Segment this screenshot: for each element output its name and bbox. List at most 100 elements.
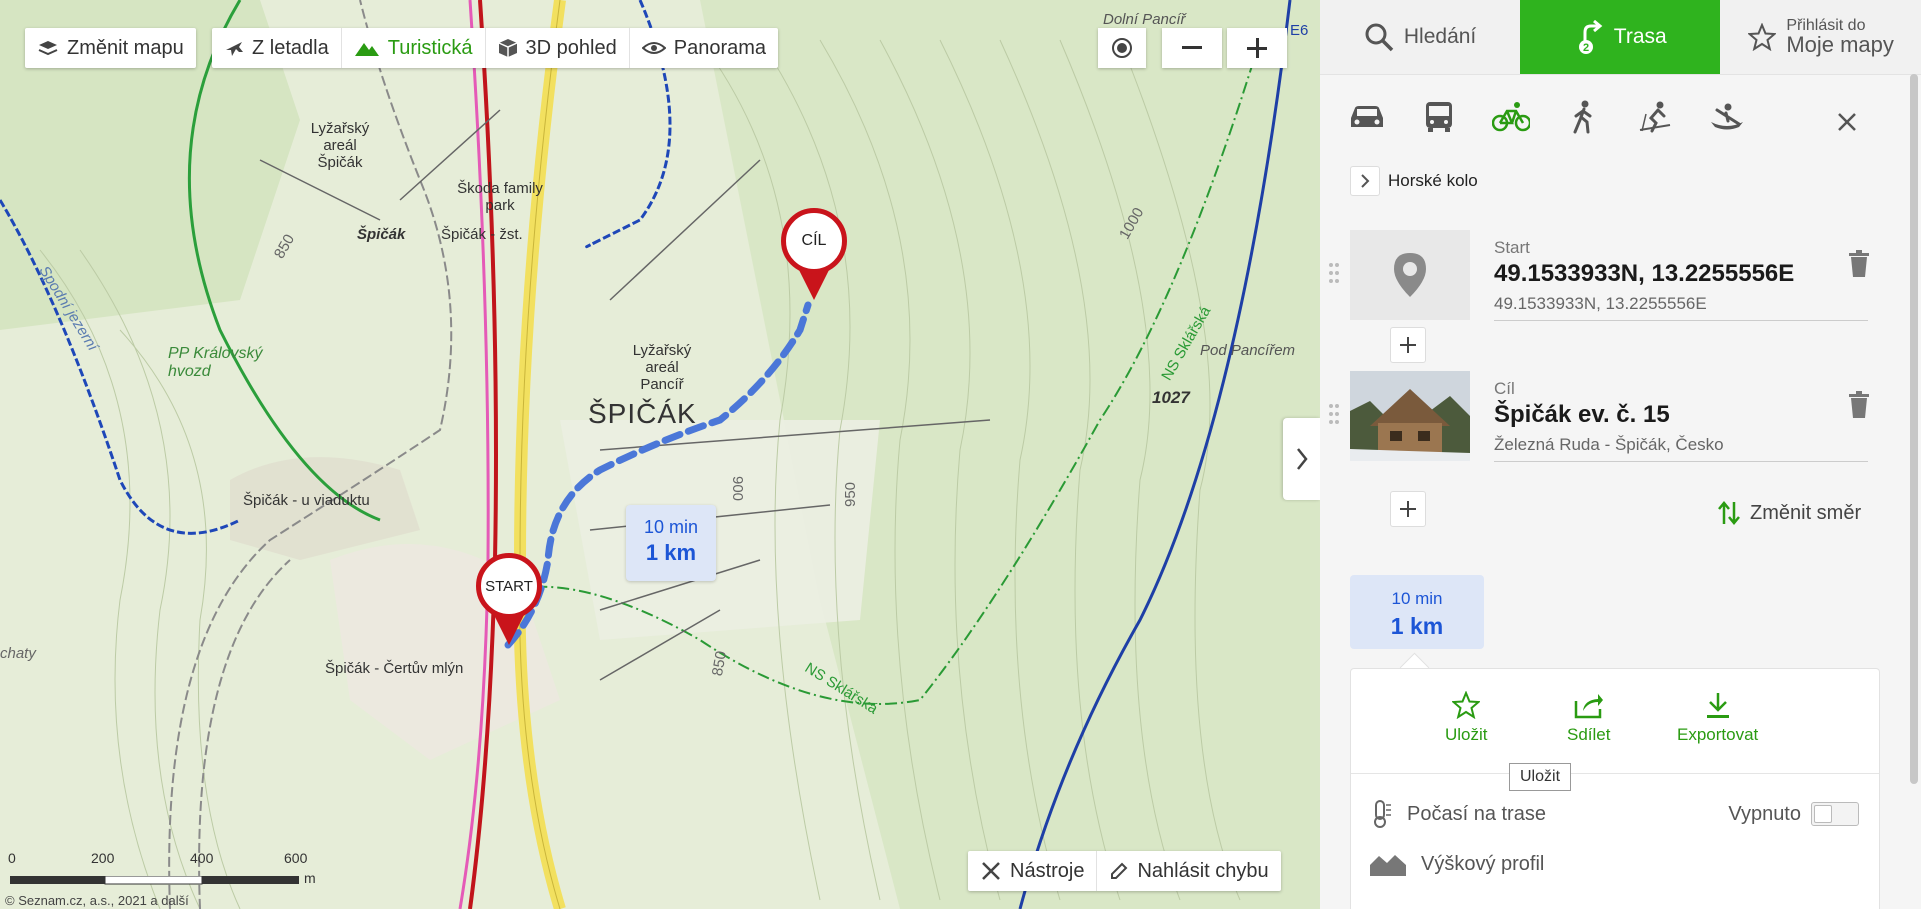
end-caption: Cíl (1494, 379, 1515, 398)
change-map-button[interactable]: Změnit mapu (25, 28, 196, 68)
search-icon (1365, 23, 1394, 52)
label-lyzarsky-spicak: Lyžařský areál Špičák (310, 120, 370, 171)
export-route-button[interactable]: Exportovat (1677, 691, 1758, 745)
panorama-button[interactable]: Panorama (628, 28, 778, 68)
walking-icon (1573, 100, 1592, 134)
sidebar-tabs: Hledání 2 Trasa Přihlásit do Moje mapy (1320, 0, 1921, 75)
save-tooltip: Uložit (1509, 763, 1572, 791)
plus-icon (1400, 337, 1416, 353)
copyright[interactable]: © Seznam.cz, a.s., 2021 a další (5, 893, 189, 908)
cube-icon (498, 39, 517, 57)
panel-collapse-toggle[interactable] (1283, 418, 1320, 500)
mode-bus[interactable] (1420, 98, 1458, 136)
end-pin-label: CÍL (781, 208, 847, 274)
route-detail-card: Uložit Sdílet Exportovat Uložit Počasí n… (1350, 668, 1880, 909)
tab-route[interactable]: 2 Trasa (1520, 0, 1721, 74)
bike-type-label: Horské kolo (1388, 171, 1478, 190)
zoom-out-button[interactable] (1162, 28, 1222, 68)
mode-ski[interactable] (1636, 98, 1674, 136)
route-sidebar: Hledání 2 Trasa Přihlásit do Moje mapy H… (1320, 0, 1921, 909)
add-waypoint-button-2[interactable] (1390, 491, 1426, 527)
label-e6: E6 (1290, 22, 1309, 39)
contour-label-900: 900 (729, 475, 747, 502)
mode-bike[interactable] (1492, 98, 1530, 136)
route-time: 10 min (643, 517, 699, 537)
download-icon (1706, 693, 1729, 718)
label-pod-pancirem: Pod Pancířem (1200, 342, 1296, 359)
locate-button[interactable] (1098, 28, 1146, 68)
location-pin-icon (1394, 253, 1426, 297)
chevron-right-icon (1361, 174, 1370, 188)
bike-type-selector[interactable]: Horské kolo (1350, 166, 1478, 196)
tab-my-maps[interactable]: Přihlásit do Moje mapy (1720, 0, 1921, 74)
tab-search[interactable]: Hledání (1320, 0, 1520, 74)
chevron-right-icon (1296, 448, 1308, 470)
save-route-button[interactable]: Uložit (1445, 691, 1488, 745)
drag-handle-icon[interactable] (1328, 262, 1340, 289)
route-summary[interactable]: 10 min 1 km (1350, 575, 1484, 649)
tourist-button[interactable]: Turistická (340, 28, 485, 68)
weather-toggle[interactable] (1811, 802, 1859, 826)
route-point-end[interactable]: Cíl Špičák ev. č. 15 Železná Ruda - Špič… (1329, 371, 1880, 471)
plus-icon (1400, 501, 1416, 517)
label-spicak-zst: Špičák - žst. (441, 226, 523, 243)
tools-button[interactable]: Nástroje (968, 851, 1096, 891)
end-photo (1350, 371, 1470, 461)
svg-text:2: 2 (1583, 42, 1589, 54)
elevation-profile-icon (1370, 855, 1406, 876)
label-spicak-viadukt: Špičák - u viaduktu (243, 492, 370, 509)
weather-row: Počasí na trase Vypnuto (1369, 799, 1859, 829)
label-spicak-certuv: Špičák - Čertův mlýn (325, 660, 464, 677)
trash-icon (1849, 250, 1869, 277)
delete-start-button[interactable] (1848, 250, 1870, 283)
close-icon (1838, 113, 1856, 131)
summary-distance: 1 km (1390, 613, 1444, 639)
drag-handle-icon[interactable] (1328, 403, 1340, 430)
bicycle-icon (1492, 102, 1530, 132)
share-icon (1574, 694, 1603, 719)
bike-type-expand[interactable] (1350, 166, 1380, 196)
start-caption: Start (1494, 238, 1530, 257)
start-thumbnail (1350, 230, 1470, 320)
elevation-row[interactable]: Výškový profil (1369, 851, 1859, 877)
report-error-button[interactable]: Nahlásit chybu (1096, 851, 1280, 891)
thermometer-icon (1374, 800, 1391, 828)
route-point-start[interactable]: Start 49.1533933N, 13.2255556E 49.153393… (1329, 230, 1880, 330)
aerial-button[interactable]: Z letadla (212, 28, 341, 68)
label-lyzarsky-pancir: Lyžařský areál Pancíř (632, 342, 692, 393)
label-pp-kralovsky: PP Královský hvozd (168, 345, 263, 380)
elevation-label: Výškový profil (1421, 852, 1545, 875)
share-route-button[interactable]: Sdílet (1567, 691, 1610, 745)
add-waypoint-button[interactable] (1390, 327, 1426, 363)
change-map-group: Změnit mapu (25, 28, 196, 68)
mode-boat[interactable] (1708, 98, 1746, 136)
mode-walk[interactable] (1564, 98, 1602, 136)
tools-icon (982, 862, 1000, 880)
map-canvas[interactable]: Dolní Pancíř E6 Lyžařský areál Špičák Šk… (0, 0, 1320, 909)
weather-state: Vypnuto (1728, 802, 1801, 825)
layers-icon (38, 41, 58, 56)
swap-direction-button[interactable]: Změnit směr (1718, 500, 1861, 526)
start-pin-label: START (476, 553, 542, 619)
end-subtitle: Železná Ruda - Špičák, Česko (1494, 435, 1724, 454)
summary-time: 10 min (1391, 589, 1443, 608)
end-title: Špičák ev. č. 15 (1494, 401, 1670, 428)
trash-icon (1849, 391, 1869, 418)
skiing-icon (1639, 101, 1671, 133)
chalet-photo (1350, 371, 1470, 461)
delete-end-button[interactable] (1848, 391, 1870, 424)
view-3d-button[interactable]: 3D pohled (484, 28, 629, 68)
close-route-button[interactable] (1837, 112, 1857, 137)
route-icon: 2 (1578, 20, 1603, 54)
route-distance: 1 km (645, 540, 697, 565)
zoom-in-button[interactable] (1227, 28, 1287, 68)
route-info-bubble[interactable]: 10 min 1 km (626, 505, 716, 581)
airplane-icon (226, 42, 243, 56)
locate-icon (1112, 38, 1132, 58)
sidebar-scrollbar[interactable] (1910, 74, 1918, 784)
mode-car[interactable] (1348, 98, 1386, 136)
map-base-layer (0, 0, 1320, 909)
bottom-tools-group: Nástroje Nahlásit chybu (968, 851, 1281, 891)
label-spicak-small: Špičák (357, 226, 406, 243)
weather-label: Počasí na trase (1407, 802, 1546, 825)
